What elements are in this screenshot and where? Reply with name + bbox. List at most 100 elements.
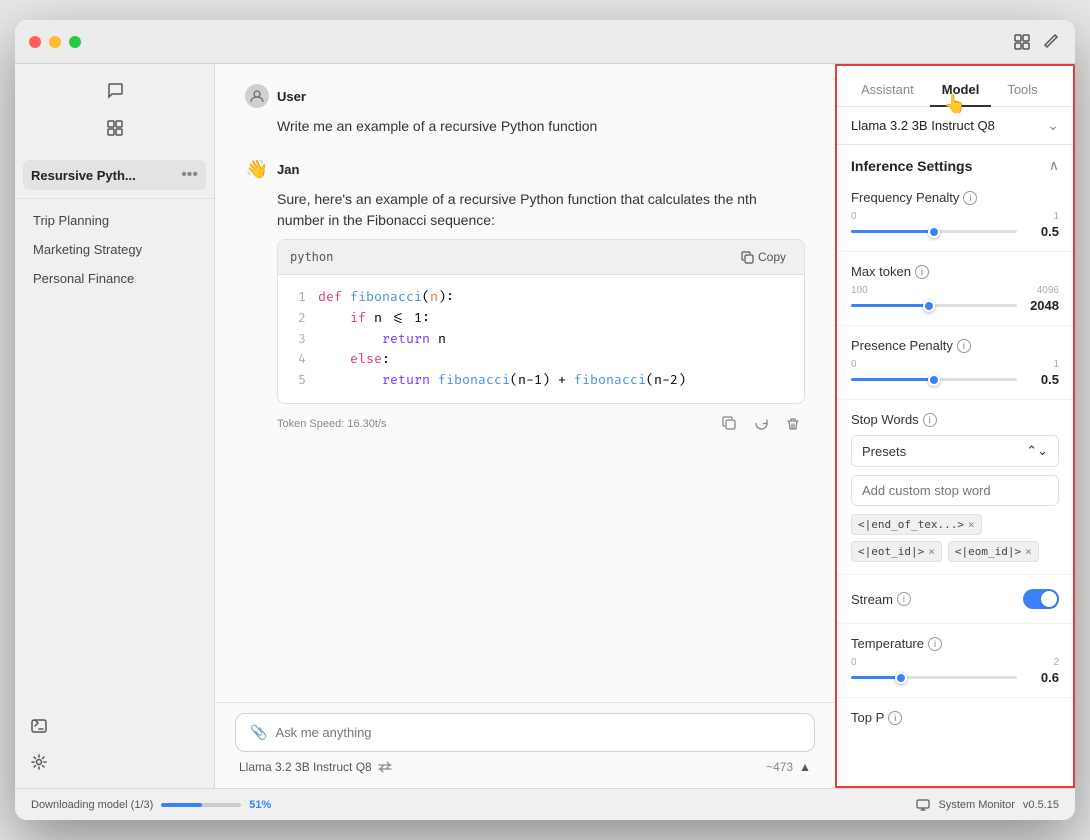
settings-icon[interactable] (23, 746, 55, 778)
sidebar-item-finance[interactable]: Personal Finance (23, 265, 206, 292)
monitor-icon (916, 798, 930, 812)
sidebar-nav: Trip Planning Marketing Strategy Persona… (15, 199, 214, 300)
frequency-penalty-slider[interactable] (851, 230, 1017, 233)
top-p-info[interactable]: i (888, 711, 902, 725)
presence-penalty-value: 0.5 (1023, 372, 1059, 387)
assistant-message-header: 👋 Jan (245, 157, 805, 181)
chat-input[interactable] (275, 725, 800, 740)
model-chevron-icon: ⌄ (1047, 117, 1059, 134)
presets-label: Presets (862, 444, 906, 459)
presence-penalty-slider-row: 0.5 (851, 372, 1059, 387)
section-collapse-icon[interactable]: ∧ (1049, 157, 1059, 174)
sidebar: Resursive Pyth... ••• Trip Planning Mark… (15, 64, 215, 788)
download-info: Downloading model (1/3) 51% (31, 799, 271, 811)
code-line-4: 4 else: (290, 349, 792, 370)
token-count: ~473 (766, 760, 793, 774)
stop-word-tag-3-remove[interactable]: × (1025, 545, 1032, 558)
divider-6 (837, 697, 1073, 698)
layout-icon[interactable] (1013, 33, 1031, 51)
chevron-up-icon[interactable]: ▲ (799, 760, 811, 774)
copy-message-icon[interactable] (717, 412, 741, 436)
stop-word-tag-3: <|eom_id|> × (948, 541, 1039, 562)
app-body: Resursive Pyth... ••• Trip Planning Mark… (15, 64, 1075, 788)
stream-toggle[interactable] (1023, 589, 1059, 609)
max-token-label: Max token i (851, 264, 1059, 279)
tab-assistant[interactable]: Assistant (849, 74, 926, 107)
copy-label: Copy (758, 250, 786, 264)
divider-2 (837, 325, 1073, 326)
copy-button[interactable]: Copy (735, 248, 792, 266)
chat-input-footer: Llama 3.2 3B Instruct Q8 ~473 ▲ (235, 760, 815, 774)
edit-icon[interactable] (1043, 33, 1061, 51)
max-token-scale: 100 4096 (851, 285, 1059, 296)
maximize-button[interactable] (69, 36, 81, 48)
code-line-1: 1 def fibonacci(n): (290, 287, 792, 308)
presets-dropdown[interactable]: Presets ⌃⌄ (851, 435, 1059, 467)
max-token-info[interactable]: i (915, 265, 929, 279)
code-line-2: 2 if n <= 1: (290, 308, 792, 329)
inference-settings: Inference Settings ∧ Frequency Penalty i… (837, 145, 1073, 739)
grid-icon[interactable] (99, 112, 131, 144)
user-message-text: Write me an example of a recursive Pytho… (277, 116, 805, 137)
progress-percent: 51% (249, 799, 271, 811)
panel-model-name: Llama 3.2 3B Instruct Q8 (851, 118, 995, 133)
stop-word-tag-2: <|eot_id|> × (851, 541, 942, 562)
temperature-setting: Temperature i 0 2 (837, 628, 1073, 693)
frequency-penalty-slider-row: 0.5 (851, 224, 1059, 239)
code-block: python Copy 1 (277, 239, 805, 404)
temperature-slider[interactable] (851, 676, 1017, 679)
message-footer: Token Speed: 16.30t/s (277, 412, 805, 436)
swap-icon[interactable] (378, 760, 392, 774)
sidebar-icon-row (15, 64, 214, 148)
more-icon[interactable]: ••• (181, 166, 198, 184)
max-token-value: 2048 (1023, 298, 1059, 313)
temperature-info[interactable]: i (928, 637, 942, 651)
stop-words-info[interactable]: i (923, 413, 937, 427)
statusbar: Downloading model (1/3) 51% System Monit… (15, 788, 1075, 820)
stream-row: Stream i (837, 579, 1073, 619)
close-button[interactable] (29, 36, 41, 48)
user-message-header: User (245, 84, 805, 108)
model-indicator: Llama 3.2 3B Instruct Q8 (239, 760, 392, 774)
assistant-avatar: 👋 (245, 157, 269, 181)
stop-word-tag-2-text: <|eot_id|> (858, 545, 924, 558)
minimize-button[interactable] (49, 36, 61, 48)
custom-stop-word-input[interactable] (851, 475, 1059, 506)
stop-word-tags: <|end_of_tex...> × <|eot_id|> × <|eom_id… (851, 514, 1059, 562)
refresh-icon[interactable] (749, 412, 773, 436)
titlebar (15, 20, 1075, 64)
top-p-setting: Top P i (837, 702, 1073, 739)
user-avatar (245, 84, 269, 108)
divider-4 (837, 574, 1073, 575)
divider-3 (837, 399, 1073, 400)
active-chat-title: Resursive Pyth... (31, 168, 136, 183)
sidebar-bottom (15, 700, 214, 788)
stop-word-tag-1-remove[interactable]: × (968, 518, 975, 531)
sidebar-item-trip-planning[interactable]: Trip Planning (23, 207, 206, 234)
system-monitor-label[interactable]: System Monitor (938, 799, 1014, 811)
stop-word-tag-2-remove[interactable]: × (928, 545, 935, 558)
right-panel: Assistant Model Tools 👆 Llama 3.2 3B Ins… (835, 64, 1075, 788)
progress-bar (161, 803, 241, 807)
delete-icon[interactable] (781, 412, 805, 436)
active-chat-row[interactable]: Resursive Pyth... ••• (23, 160, 206, 190)
max-token-slider-row: 2048 (851, 298, 1059, 313)
chat-messages: User Write me an example of a recursive … (215, 64, 835, 702)
presets-chevron: ⌃⌄ (1026, 443, 1048, 459)
code-line-3: 3 return n (290, 329, 792, 350)
frequency-penalty-info[interactable]: i (963, 191, 977, 205)
progress-bar-fill (161, 803, 202, 807)
sidebar-top: Resursive Pyth... ••• (15, 148, 214, 199)
paperclip-icon[interactable]: 📎 (250, 724, 267, 741)
code-language: python (290, 250, 333, 264)
stream-info[interactable]: i (897, 592, 911, 606)
stop-words-label: Stop Words i (851, 412, 1059, 427)
terminal-icon[interactable] (23, 710, 55, 742)
chat-icon[interactable] (99, 74, 131, 106)
chat-input-area: 📎 Llama 3.2 3B Instruct Q8 ~473 ▲ (215, 702, 835, 788)
sidebar-item-marketing[interactable]: Marketing Strategy (23, 236, 206, 263)
max-token-slider[interactable] (851, 304, 1017, 307)
presence-penalty-info[interactable]: i (957, 339, 971, 353)
tab-tools[interactable]: Tools (995, 74, 1049, 107)
presence-penalty-slider[interactable] (851, 378, 1017, 381)
